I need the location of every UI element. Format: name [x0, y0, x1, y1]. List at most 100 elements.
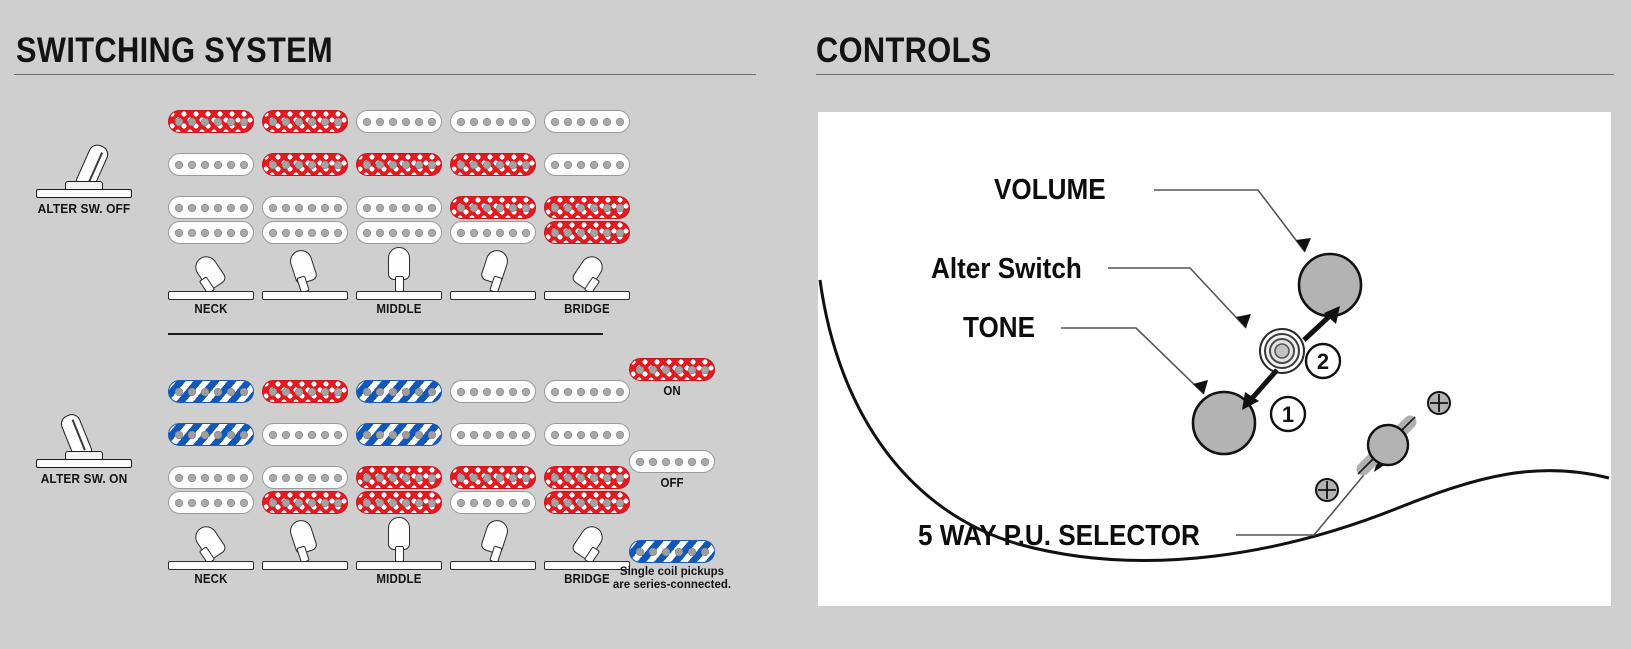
pole-piece: [576, 160, 585, 169]
pole-piece: [550, 473, 559, 482]
pole-piece: [239, 203, 248, 212]
selector-lever-icon[interactable]: [356, 246, 442, 300]
pickup-inactive: [450, 110, 536, 133]
selector-lever-icon[interactable]: [262, 246, 348, 300]
pole-piece: [401, 430, 410, 439]
selector-lever-cell[interactable]: [356, 516, 442, 570]
selector-lever-cell[interactable]: [168, 246, 254, 300]
pole-piece: [401, 117, 410, 126]
pole-piece: [563, 498, 572, 507]
humbucker: [262, 466, 348, 514]
marker-one-text: 1: [1282, 402, 1294, 427]
pole-piece: [550, 498, 559, 507]
legend-on: ON: [612, 358, 732, 398]
pole-piece: [307, 498, 316, 507]
marker-one-arrow: [1242, 368, 1279, 410]
pickup-inactive: [168, 466, 254, 489]
pole-piece: [239, 160, 248, 169]
pole-piece: [200, 387, 209, 396]
neck-pickup-cell: [262, 110, 348, 133]
pole-piece: [213, 387, 222, 396]
pickup-active: [262, 491, 348, 514]
selector-lever-icon[interactable]: [450, 516, 536, 570]
selector-lever-icon[interactable]: [544, 246, 630, 300]
pole-piece: [268, 387, 277, 396]
pole-piece: [414, 387, 423, 396]
pickup-inactive: [450, 423, 536, 446]
middle-pickup-cell: [168, 153, 254, 176]
pole-piece: [375, 387, 384, 396]
neck-pickup-cell: [168, 110, 254, 133]
selector-lever-cell[interactable]: [168, 516, 254, 570]
selector-position-label: NECK: [194, 302, 228, 316]
pole-piece: [469, 160, 478, 169]
pole-piece: [602, 203, 611, 212]
selector-lever-cell[interactable]: [544, 246, 630, 300]
pole-piece: [687, 365, 696, 374]
selector-lever-icon[interactable]: [168, 246, 254, 300]
neck-pickup-cell: [356, 380, 442, 403]
toggle-base: [36, 459, 132, 468]
pole-piece: [550, 203, 559, 212]
pole-piece: [294, 117, 303, 126]
pickup-inactive: [262, 423, 348, 446]
pole-piece: [456, 228, 465, 237]
lever-plate: [262, 291, 348, 300]
pole-piece: [687, 457, 696, 466]
pickup-active: [262, 110, 348, 133]
switching-system-panel: SWITCHING SYSTEM ALTER SW. OFF NECK MIDDLE…: [0, 0, 800, 649]
humbucker: [544, 196, 630, 244]
pole-piece: [375, 430, 384, 439]
pole-piece: [648, 547, 657, 556]
pickup-inactive: [356, 196, 442, 219]
pole-piece: [508, 473, 517, 482]
page-root: SWITCHING SYSTEM ALTER SW. OFF NECK MIDDLE…: [0, 0, 1631, 649]
pole-piece: [602, 387, 611, 396]
header-divider-right: [816, 74, 1614, 75]
pole-piece: [226, 160, 235, 169]
legend-off: OFF: [612, 450, 732, 490]
pole-piece: [414, 160, 423, 169]
pole-piece: [239, 473, 248, 482]
pole-piece: [333, 160, 342, 169]
pole-piece: [388, 228, 397, 237]
pickup-series: [168, 380, 254, 403]
pole-piece: [362, 228, 371, 237]
pole-piece: [401, 473, 410, 482]
pole-piece: [174, 498, 183, 507]
lever-stem: [394, 546, 404, 562]
selector-lever-cell[interactable]: [262, 246, 348, 300]
pole-piece: [213, 160, 222, 169]
pickup-active: [544, 491, 630, 514]
selector-lever-cell[interactable]: [262, 516, 348, 570]
pole-piece: [602, 117, 611, 126]
pole-piece: [187, 430, 196, 439]
selector-lever-icon[interactable]: [262, 516, 348, 570]
pole-piece: [495, 473, 504, 482]
pickup-active: [356, 491, 442, 514]
pole-piece: [521, 160, 530, 169]
selector-lever-icon[interactable]: [168, 516, 254, 570]
neck-pickup-cell: [450, 380, 536, 403]
pole-piece: [576, 203, 585, 212]
five-way-selector: [1356, 415, 1417, 476]
pole-piece: [674, 547, 683, 556]
pole-piece: [281, 228, 290, 237]
pickup-series: [356, 380, 442, 403]
pole-piece: [602, 160, 611, 169]
middle-pickup-cell: [356, 423, 442, 446]
selector-lever-cell[interactable]: [450, 516, 536, 570]
selector-lever-icon[interactable]: [450, 246, 536, 300]
pole-piece: [307, 160, 316, 169]
pole-piece: [268, 160, 277, 169]
middle-pickup-cell: [168, 423, 254, 446]
selector-lever-cell[interactable]: [450, 246, 536, 300]
pickup-inactive: [544, 110, 630, 133]
pole-piece: [281, 203, 290, 212]
pole-piece: [200, 473, 209, 482]
selector-lever-cell[interactable]: [356, 246, 442, 300]
pole-piece: [401, 387, 410, 396]
toggle-lever-crease: [87, 152, 103, 183]
pole-piece: [414, 473, 423, 482]
selector-lever-icon[interactable]: [356, 516, 442, 570]
